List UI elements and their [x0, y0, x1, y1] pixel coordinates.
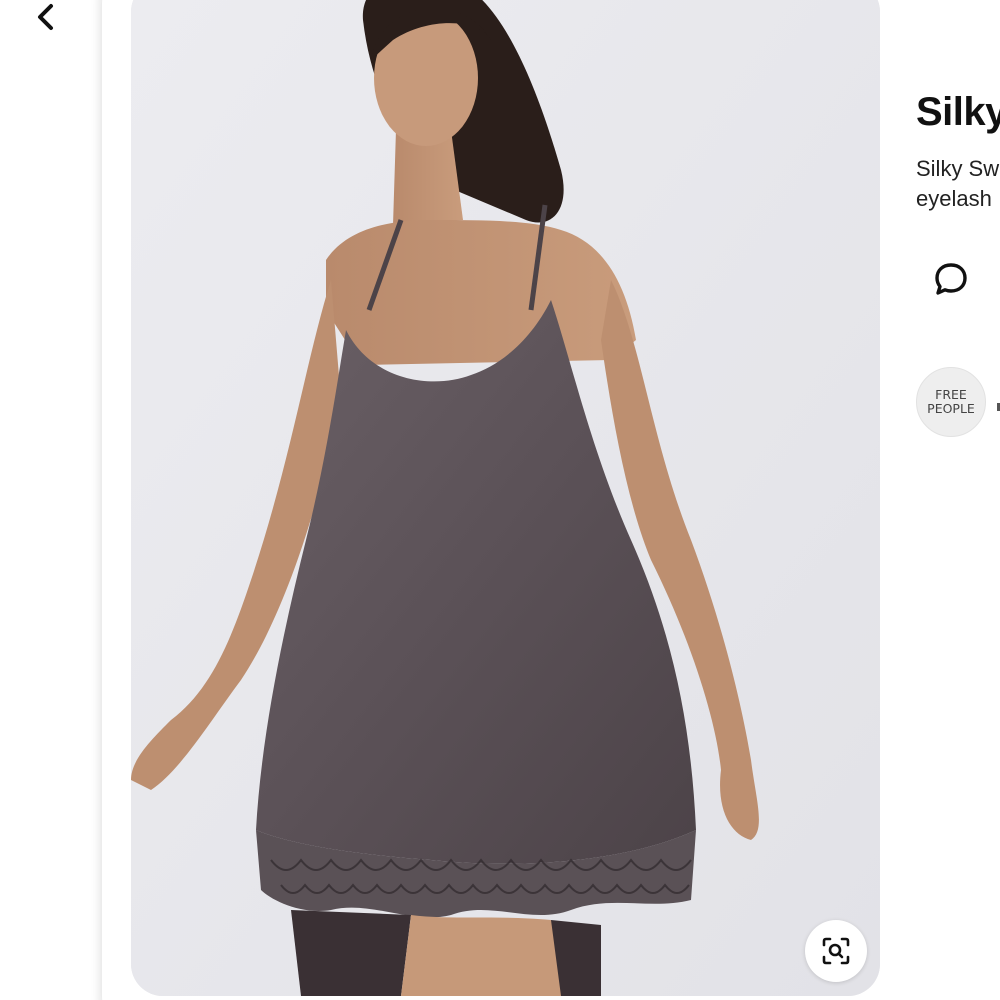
pin-title: Silky: [916, 90, 1000, 134]
chevron-left-icon: [38, 4, 53, 30]
pin-description: Silky Sw eyelash: [916, 154, 999, 214]
brand-logo-line-2: PEOPLE: [927, 401, 975, 416]
comment-icon: [935, 263, 967, 295]
visual-search-button[interactable]: [805, 920, 867, 982]
description-line-1: Silky Sw: [916, 156, 1000, 181]
comment-button[interactable]: [928, 256, 974, 302]
description-line-2: eyelash: [916, 186, 992, 211]
pin-image[interactable]: [131, 0, 880, 996]
brand-logo-line-1: FREE: [935, 387, 967, 402]
pin-detail-page: Silky Silky Sw eyelash FREE PEOPLE: [0, 0, 1000, 1000]
back-button[interactable]: [22, 0, 70, 34]
visual-search-icon: [822, 937, 850, 965]
brand-avatar[interactable]: FREE PEOPLE: [916, 367, 986, 437]
dress-photo: [131, 0, 880, 996]
